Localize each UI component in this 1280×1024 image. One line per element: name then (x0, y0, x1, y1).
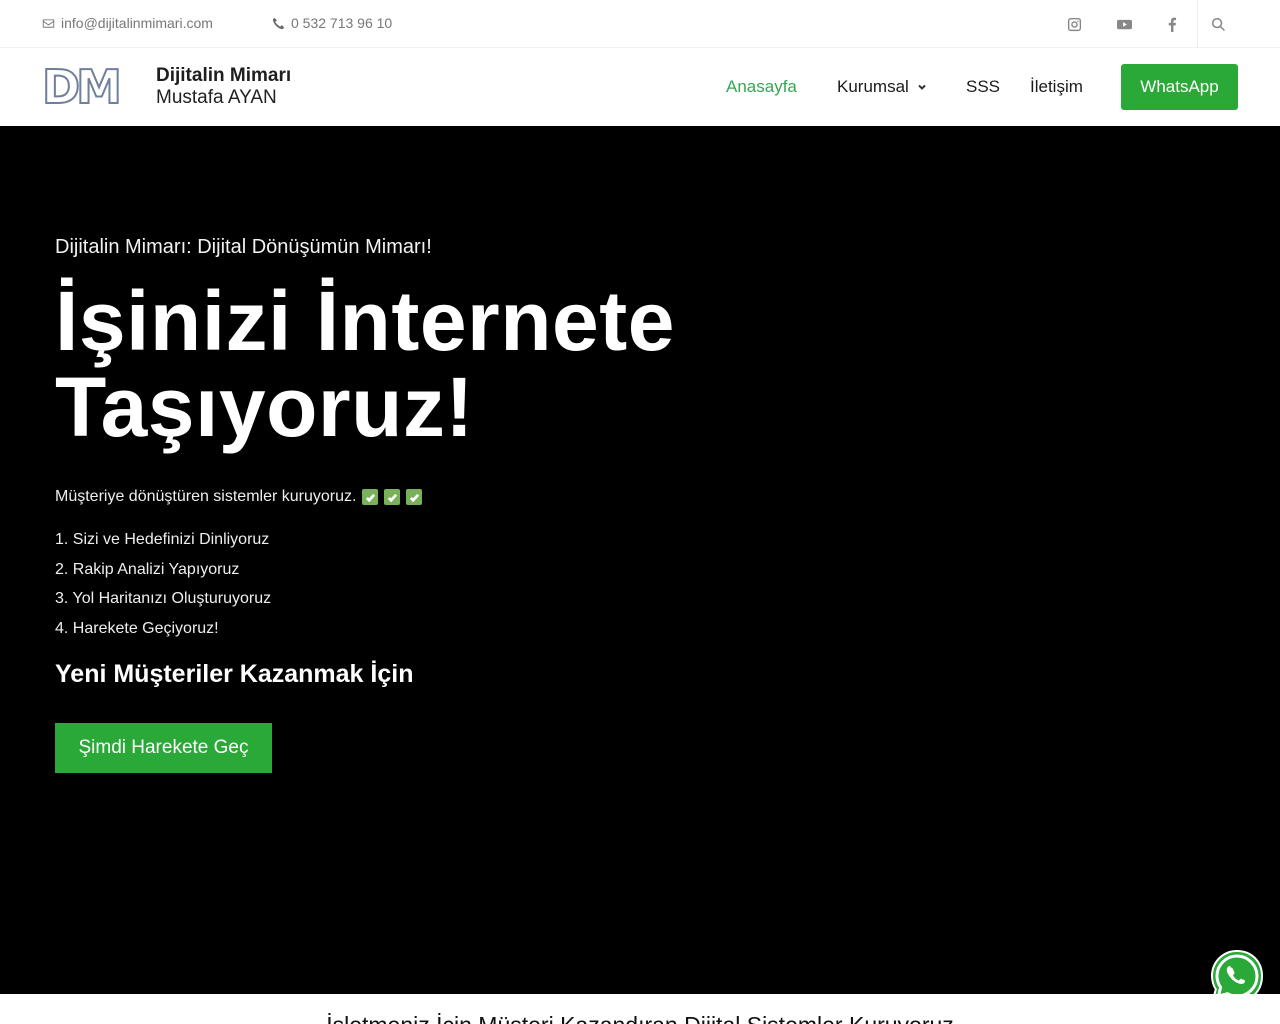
nav-item-kurumsal[interactable]: Kurumsal (837, 48, 927, 126)
logo-text: Dijitalin Mimarı Mustafa AYAN (156, 65, 291, 109)
instagram-link[interactable] (1050, 0, 1098, 48)
hero-lead: Müşteriye dönüştüren sistemler kuruyoruz… (55, 488, 423, 506)
check-mark-icon (384, 489, 401, 505)
hero-subheading: Yeni Müşteriler Kazanmak İçin (55, 660, 414, 688)
nav-item-iletisim[interactable]: İletişim (1030, 48, 1083, 126)
top-bar: info@dijitalinmimari.com 0 532 713 96 10 (0, 0, 1280, 48)
hero-eyebrow: Dijitalin Mimarı: Dijital Dönüşümün Mima… (55, 236, 432, 258)
phone-link[interactable]: 0 532 713 96 10 (272, 15, 392, 31)
list-item: 2. Rakip Analizi Yapıyoruz (55, 560, 240, 578)
steps-list: 1. Sizi ve Hedefinizi Dinliyoruz 2. Raki… (55, 528, 271, 646)
phone-icon (272, 17, 285, 29)
hero-title-line-1: İşinizi İnternete (55, 274, 675, 368)
facebook-link[interactable] (1148, 0, 1196, 48)
nav-item-kurumsal-label: Kurumsal (837, 77, 909, 96)
youtube-link[interactable] (1100, 0, 1148, 48)
email-link[interactable]: info@dijitalinmimari.com (42, 15, 213, 31)
logo[interactable]: DM Dijitalin Mimarı Mustafa AYAN (41, 60, 291, 114)
search-icon (1211, 17, 1225, 31)
envelope-icon (42, 18, 55, 28)
nav-item-home[interactable]: Anasayfa (726, 48, 797, 126)
site-header: DM Dijitalin Mimarı Mustafa AYAN Anasayf… (0, 48, 1280, 126)
check-mark-icon (362, 489, 379, 505)
section-heading: İşletmeniz İçin Müşteri Kazandıran Dijit… (0, 1012, 1280, 1024)
cta-button[interactable]: Şimdi Harekete Geç (55, 723, 272, 773)
list-item: 3. Yol Haritanızı Oluşturuyoruz (55, 590, 272, 607)
section-heading-band: İşletmeniz İçin Müşteri Kazandıran Dijit… (0, 994, 1280, 1024)
email-text: info@dijitalinmimari.com (61, 15, 213, 31)
instagram-icon (1067, 17, 1081, 31)
logo-title: Dijitalin Mimarı (156, 65, 292, 86)
nav-item-sss[interactable]: SSS (966, 48, 1000, 126)
facebook-icon (1168, 17, 1176, 32)
chevron-down-icon (918, 84, 926, 90)
list-item: 4. Harekete Geçiyoruz! (55, 619, 219, 637)
phone-text: 0 532 713 96 10 (291, 15, 393, 31)
check-mark-icon (406, 489, 423, 505)
logo-mark: DM (41, 60, 123, 114)
search-button[interactable] (1197, 0, 1239, 48)
logo-subtitle: Mustafa AYAN (156, 87, 277, 108)
youtube-icon (1116, 19, 1132, 29)
hero-section: Dijitalin Mimarı: Dijital Dönüşümün Mima… (0, 126, 1280, 994)
whatsapp-button[interactable]: WhatsApp (1121, 64, 1238, 110)
hero-title: İşinizi İnternete Taşıyoruz! (55, 278, 775, 450)
hero-lead-text: Müşteriye dönüştüren sistemler kuruyoruz… (55, 488, 357, 505)
hero-title-line-2: Taşıyoruz! (55, 360, 474, 454)
list-item: 1. Sizi ve Hedefinizi Dinliyoruz (55, 531, 270, 548)
